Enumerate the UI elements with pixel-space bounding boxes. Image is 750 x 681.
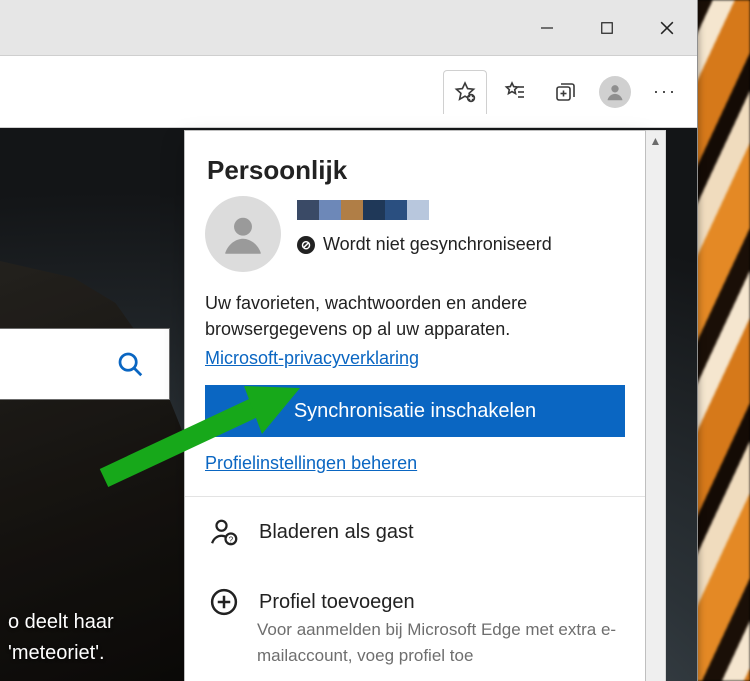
sync-status-text: Wordt niet gesynchroniseerd (323, 234, 552, 255)
guest-icon: ? (207, 515, 241, 549)
page-search-box[interactable] (0, 328, 170, 400)
plus-circle-icon (207, 585, 241, 619)
profile-name-redacted (297, 200, 552, 220)
sync-description: Uw favorieten, wachtwoorden en andere br… (205, 290, 625, 342)
sync-disabled-icon: ⊘ (297, 236, 315, 254)
window-minimize-button[interactable] (517, 0, 577, 56)
browser-window: ··· o deelt haar 'meteoriet'. Persoonlij… (0, 0, 698, 681)
flyout-title: Persoonlijk (207, 155, 625, 186)
svg-text:?: ? (229, 536, 234, 545)
scroll-up-arrow[interactable]: ▲ (646, 131, 665, 151)
window-titlebar (0, 0, 697, 56)
flyout-scrollbar[interactable]: ▲ (646, 130, 666, 681)
sync-status: ⊘ Wordt niet gesynchroniseerd (297, 234, 552, 255)
enable-sync-button[interactable]: Synchronisatie inschakelen (205, 385, 625, 437)
person-icon (218, 209, 268, 259)
avatar (205, 196, 281, 272)
caption-line: o deelt haar (8, 607, 114, 638)
profile-row: ⊘ Wordt niet gesynchroniseerd (205, 196, 625, 272)
caption-line: 'meteoriet'. (8, 638, 114, 669)
menu-item-label: Bladeren als gast (259, 521, 414, 544)
profile-button[interactable] (593, 70, 637, 114)
add-profile-description: Voor aanmelden bij Microsoft Edge met ex… (257, 617, 625, 676)
scroll-track[interactable] (646, 151, 665, 681)
browser-toolbar: ··· (0, 56, 697, 128)
menu-item-label: Profiel toevoegen (259, 591, 415, 614)
privacy-link[interactable]: Microsoft-privacyverklaring (205, 348, 419, 369)
settings-and-more-button[interactable]: ··· (643, 81, 687, 102)
profile-flyout: Persoonlijk ⊘ Wordt niet gesynchroniseer… (184, 130, 646, 681)
window-close-button[interactable] (637, 0, 697, 56)
favorites-button[interactable] (493, 70, 537, 114)
search-icon (115, 349, 145, 379)
page-caption: o deelt haar 'meteoriet'. (8, 607, 114, 669)
browse-as-guest-item[interactable]: ? Bladeren als gast (205, 497, 625, 567)
manage-profile-link[interactable]: Profielinstellingen beheren (205, 453, 417, 474)
collections-button[interactable] (543, 70, 587, 114)
add-favorite-button[interactable] (443, 70, 487, 114)
window-maximize-button[interactable] (577, 0, 637, 56)
